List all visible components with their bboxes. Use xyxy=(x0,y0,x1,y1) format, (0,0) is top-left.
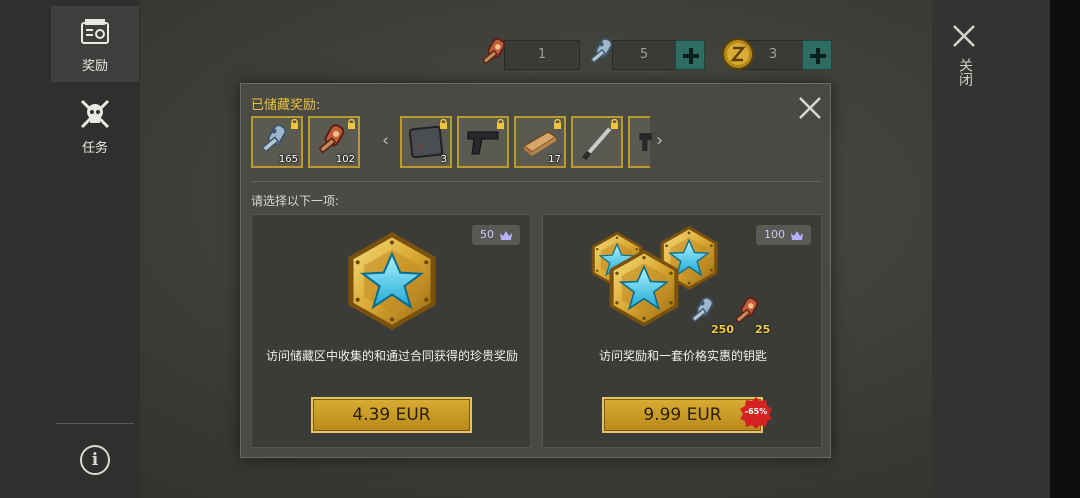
stored-item-machete[interactable] xyxy=(571,116,623,168)
tab-rewards[interactable]: 奖励 xyxy=(51,6,139,82)
crown-points-value: 50 xyxy=(480,228,494,241)
lock-icon xyxy=(496,119,505,129)
add-blue-keys-button[interactable] xyxy=(675,40,705,70)
skull-crossbones-icon xyxy=(80,99,110,128)
gold-coin-icon xyxy=(722,38,754,70)
stored-rewards-title: 已储藏奖励: xyxy=(251,98,321,113)
bundle-red-key-count: 25 xyxy=(755,323,771,336)
crown-points-badge: 100 xyxy=(756,225,811,245)
chevron-left-icon[interactable]: ‹ xyxy=(382,130,389,151)
stored-rewards-list: 165 102 ‹ 3 17 › xyxy=(251,116,811,169)
reward-crate-icon xyxy=(81,18,109,44)
discount-label: -65% xyxy=(744,407,768,416)
stored-item-count: 3 xyxy=(440,154,447,165)
currency-red-keys-value: 1 xyxy=(537,47,547,62)
close-icon[interactable] xyxy=(950,22,978,50)
stored-item-metal-plate[interactable]: 3 xyxy=(400,116,452,168)
tab-rewards-label: 奖励 xyxy=(81,58,108,74)
lock-icon xyxy=(439,119,448,129)
info-icon[interactable]: i xyxy=(80,445,110,475)
rewards-dialog: 已储藏奖励: 165 102 ‹ 3 17 › 请选择以下一项: 50 访问储藏… xyxy=(240,83,831,458)
tab-tasks-label: 任务 xyxy=(81,140,108,156)
stored-item-count: 17 xyxy=(548,154,561,165)
choose-option-label: 请选择以下一项: xyxy=(251,194,340,208)
stored-item-blue-keycards[interactable]: 165 xyxy=(251,116,303,168)
rifle-partial-icon xyxy=(639,133,652,151)
offer-card-stash[interactable]: 50 访问储藏区中收集的和通过合同获得的珍贵奖励 4.39 EUR xyxy=(251,214,531,448)
buy-button-4-39[interactable]: 4.39 EUR xyxy=(311,397,472,433)
lock-icon xyxy=(610,119,619,129)
stored-item-count: 102 xyxy=(335,154,355,165)
crown-points-badge: 50 xyxy=(472,225,520,245)
stored-item-rifle[interactable] xyxy=(628,116,652,168)
red-keycard-icon xyxy=(478,36,514,72)
sidebar-divider xyxy=(56,423,134,424)
lock-icon xyxy=(290,119,299,129)
blue-keycard-icon xyxy=(586,36,622,72)
screen-edge xyxy=(1050,0,1080,498)
sidebar: 奖励 任务 i xyxy=(0,0,140,498)
offer-description: 访问奖励和一套价格实惠的钥匙 xyxy=(598,349,767,363)
gold-star-badge-icon xyxy=(340,227,444,335)
section-divider xyxy=(251,181,822,182)
add-coins-button[interactable] xyxy=(802,40,832,70)
currency-blue-keys-value: 5 xyxy=(639,47,649,62)
chevron-right-icon[interactable]: › xyxy=(656,130,663,151)
crown-points-value: 100 xyxy=(764,228,785,241)
crown-icon xyxy=(791,230,803,240)
offer-card-bundle[interactable]: 100 250 25 访问奖励和一套价格实惠的钥匙 9.99 EUR -65% xyxy=(542,214,822,448)
lock-icon xyxy=(347,119,356,129)
lock-icon xyxy=(553,119,562,129)
stored-item-count: 165 xyxy=(278,154,298,165)
currency-red-keys: 1 xyxy=(504,40,580,70)
game-screen: 奖励 任务 i 关闭 1 5 3 已储藏奖励: 165 102 ‹ 3 17 ›… xyxy=(0,0,1080,498)
close-label[interactable]: 关闭 xyxy=(955,58,973,86)
stored-item-red-keycards[interactable]: 102 xyxy=(308,116,360,168)
offer-description: 访问储藏区中收集的和通过合同获得的珍贵奖励 xyxy=(266,349,519,363)
stored-item-wood-plank[interactable]: 17 xyxy=(514,116,566,168)
crown-icon xyxy=(500,230,512,240)
stored-item-pistol[interactable] xyxy=(457,116,509,168)
tab-tasks[interactable]: 任务 xyxy=(51,88,139,164)
